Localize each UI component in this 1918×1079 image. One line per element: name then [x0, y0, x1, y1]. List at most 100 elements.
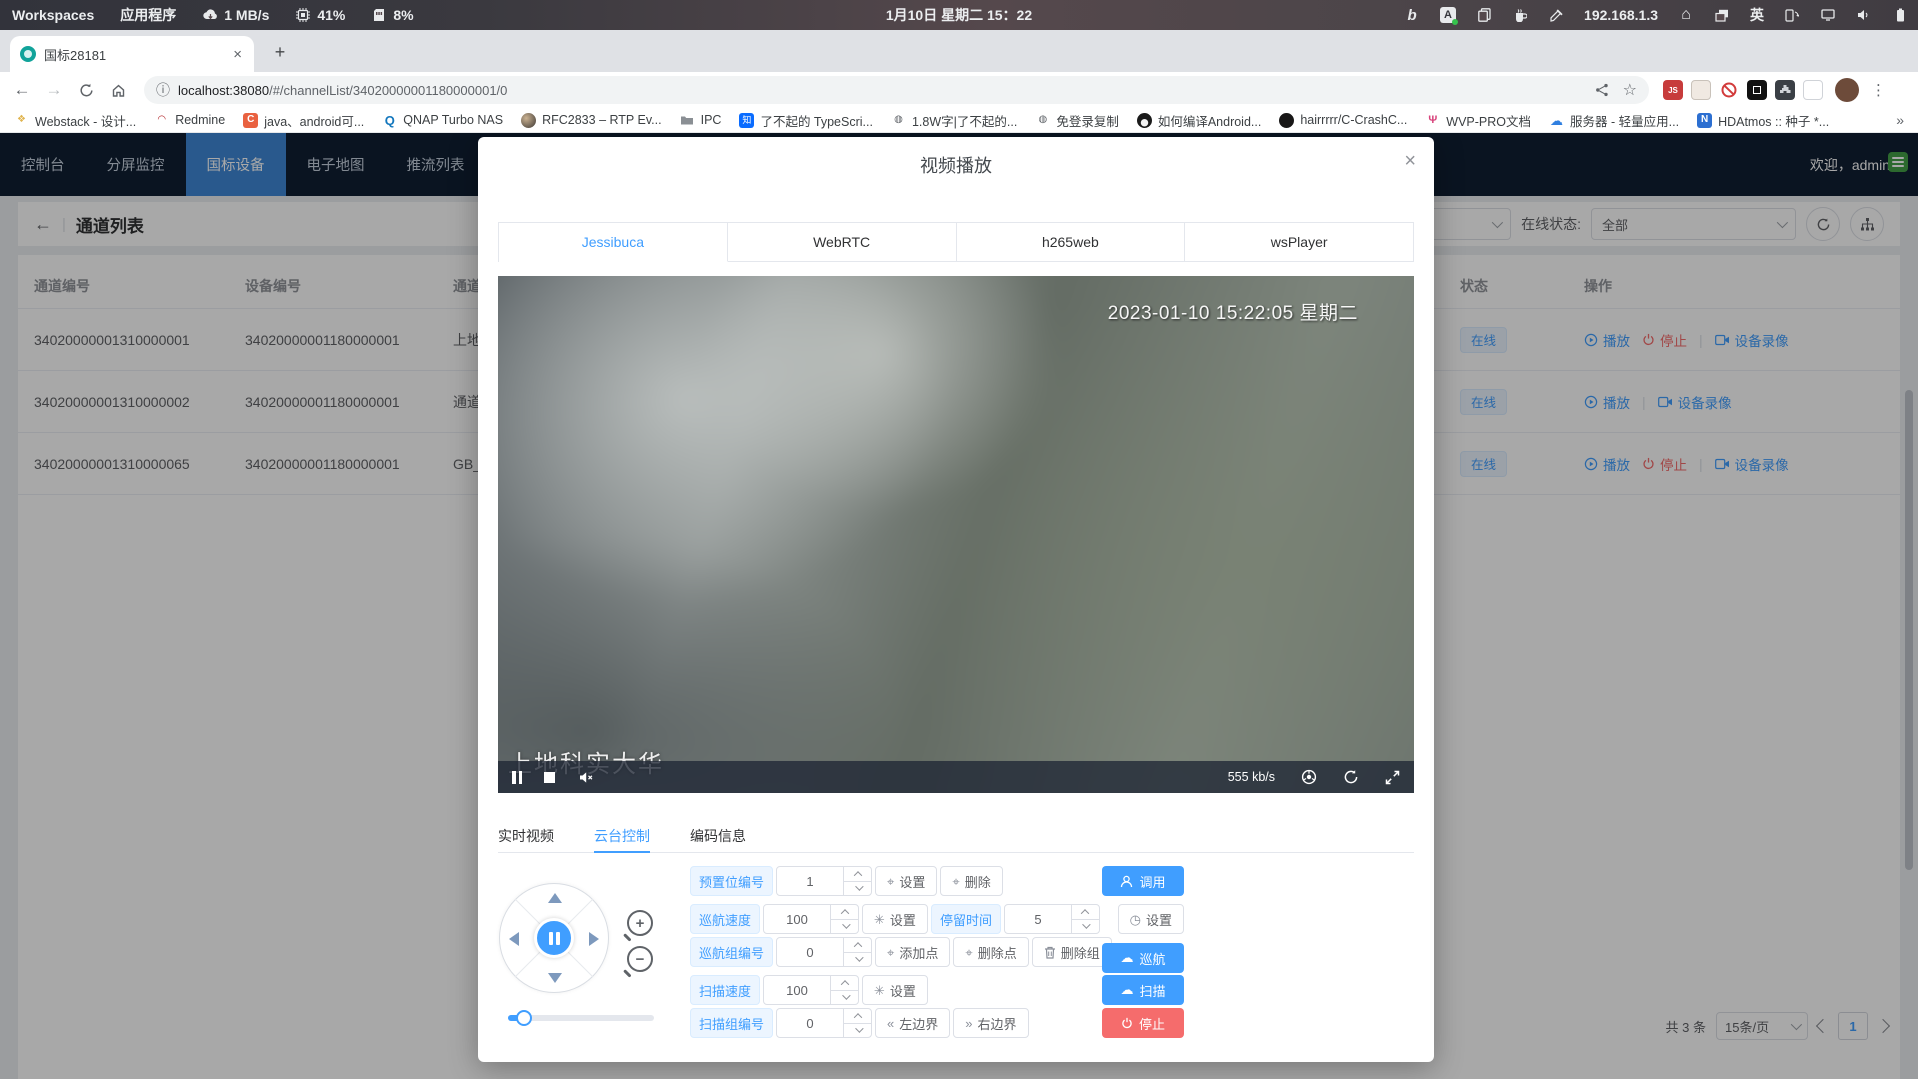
decrease-icon[interactable] [844, 952, 871, 967]
applications-menu[interactable]: 应用程序 [120, 5, 176, 25]
scan-speed-set-button[interactable]: ✳设置 [862, 975, 928, 1005]
volume-muted-icon[interactable] [579, 771, 595, 784]
speed-slider[interactable] [508, 1015, 654, 1021]
workspaces-button[interactable]: Workspaces [12, 7, 94, 23]
address-bar[interactable]: ⓘ localhost:38080/#/channelList/34020000… [144, 76, 1649, 104]
stop-icon[interactable] [544, 772, 555, 783]
language-indicator[interactable]: 英 [1750, 5, 1764, 25]
snapshot-icon[interactable] [1301, 769, 1317, 785]
delete-group-button[interactable]: 删除组 [1032, 937, 1112, 967]
decrease-icon[interactable] [844, 881, 871, 896]
increase-icon[interactable] [831, 976, 858, 990]
zoom-out-button[interactable]: − [627, 946, 653, 972]
tab-h265web[interactable]: h265web [957, 223, 1186, 262]
decrease-icon[interactable] [831, 919, 858, 934]
decrease-icon[interactable] [1072, 919, 1099, 934]
bookmark-hdatmos[interactable]: NHDAtmos :: 种子 *... [1697, 111, 1829, 130]
zoom-in-button[interactable]: + [627, 910, 653, 936]
color-picker-tray-icon[interactable] [1548, 7, 1564, 23]
notes-extension-icon[interactable] [1803, 80, 1823, 100]
java-tray-icon[interactable] [1512, 7, 1528, 23]
share-icon[interactable] [1595, 83, 1609, 97]
bookmark-github[interactable]: hairrrrr/C-CrashC... [1279, 113, 1407, 128]
windows-tray-icon[interactable] [1714, 7, 1730, 23]
ptz-stop-button[interactable]: 停止 [1102, 1008, 1184, 1038]
increase-icon[interactable] [831, 905, 858, 919]
battery-icon[interactable] [1892, 7, 1908, 23]
add-point-button[interactable]: ⌖添加点 [875, 937, 950, 967]
increase-icon[interactable] [844, 1009, 871, 1023]
volume-icon[interactable] [1856, 7, 1872, 23]
tab-jessibuca[interactable]: Jessibuca [499, 223, 728, 262]
increase-icon[interactable] [844, 867, 871, 881]
close-icon[interactable]: × [1404, 151, 1416, 171]
cruise-group-field[interactable] [777, 938, 843, 966]
cruise-speed-field[interactable] [764, 905, 830, 933]
fullscreen-icon[interactable] [1385, 770, 1400, 785]
tab-wsplayer[interactable]: wsPlayer [1185, 223, 1413, 262]
arrow-left-icon[interactable] [509, 932, 519, 946]
refresh-icon[interactable] [1343, 769, 1359, 785]
increase-icon[interactable] [844, 938, 871, 952]
scan-button[interactable]: ☁扫描 [1102, 975, 1184, 1005]
delete-point-button[interactable]: ⌖删除点 [953, 937, 1028, 967]
clipboard-tray-icon[interactable] [1476, 7, 1492, 23]
scan-group-field[interactable] [777, 1009, 843, 1037]
js-extension-icon[interactable]: JS [1663, 80, 1683, 100]
tab-ptz-control[interactable]: 云台控制 [594, 820, 650, 852]
ip-address-indicator[interactable]: 192.168.1.3 [1584, 7, 1658, 23]
bookmark-android-compile[interactable]: 如何编译Android... [1137, 111, 1262, 130]
bookmark-redmine[interactable]: ◠Redmine [154, 113, 225, 128]
bookmark-star-icon[interactable]: ☆ [1623, 80, 1637, 100]
bing-tray-icon[interactable]: b [1404, 7, 1420, 23]
decrease-icon[interactable] [831, 990, 858, 1005]
arrow-down-icon[interactable] [548, 973, 562, 983]
video-player[interactable]: 2023-01-10 15:22:05 星期二 上地科实大华 555 kb/s [498, 276, 1414, 793]
increase-icon[interactable] [1072, 905, 1099, 919]
browser-home-button[interactable] [104, 76, 132, 104]
reload-button[interactable] [72, 76, 100, 104]
bookmark-wvp-docs[interactable]: ΨWVP-PRO文档 [1425, 111, 1531, 130]
bookmark-copy-free[interactable]: ◍免登录复制 [1035, 111, 1119, 130]
bookmarks-overflow-icon[interactable]: » [1896, 112, 1904, 128]
ptz-center-stop-button[interactable] [534, 918, 574, 958]
browser-tab[interactable]: 国标28181 × [10, 36, 254, 72]
cruise-button[interactable]: ☁巡航 [1102, 943, 1184, 973]
right-boundary-button[interactable]: »右边界 [953, 1008, 1028, 1038]
left-boundary-button[interactable]: «左边界 [875, 1008, 950, 1038]
stay-time-field[interactable] [1005, 905, 1071, 933]
tab-webrtc[interactable]: WebRTC [728, 223, 957, 262]
bookmark-rfc2833[interactable]: ●RFC2833 – RTP Ev... [521, 113, 662, 128]
bookmark-folder-ipc[interactable]: IPC [680, 113, 722, 128]
browser-menu-icon[interactable]: ⋮ [1871, 81, 1886, 99]
preset-value-field[interactable] [777, 867, 843, 895]
back-button[interactable]: ← [8, 76, 36, 104]
screen-rotate-icon[interactable] [1784, 7, 1800, 23]
scan-speed-field[interactable] [764, 976, 830, 1004]
bookmark-webstack[interactable]: ❖Webstack - 设计... [14, 111, 136, 130]
bookmark-server[interactable]: ☁服务器 - 轻量应用... [1549, 111, 1679, 130]
screenshot-extension-icon[interactable] [1747, 80, 1767, 100]
wallet-extension-icon[interactable] [1691, 80, 1711, 100]
bookmark-qnap[interactable]: QQNAP Turbo NAS [382, 113, 503, 128]
bookmark-zhihu[interactable]: 知了不起的 TypeScri... [739, 111, 873, 130]
input-method-icon[interactable]: A [1440, 7, 1456, 23]
bookmark-csdn[interactable]: Cjava、android可... [243, 111, 364, 130]
tab-live-video[interactable]: 实时视频 [498, 820, 554, 852]
puzzle-extension-icon[interactable] [1775, 80, 1795, 100]
call-preset-button[interactable]: 调用 [1102, 866, 1184, 896]
tab-close-icon[interactable]: × [231, 45, 244, 64]
site-info-icon[interactable]: ⓘ [156, 80, 170, 100]
arrow-right-icon[interactable] [589, 932, 599, 946]
decrease-icon[interactable] [844, 1023, 871, 1038]
profile-avatar[interactable] [1835, 78, 1859, 102]
preset-set-button[interactable]: ⌖设置 [875, 866, 937, 896]
new-tab-button[interactable]: + [268, 40, 292, 64]
forward-button[interactable]: → [40, 76, 68, 104]
stay-time-set-button[interactable]: ◷设置 [1118, 904, 1184, 934]
adblock-extension-icon[interactable] [1719, 80, 1739, 100]
arrow-up-icon[interactable] [548, 893, 562, 903]
bookmark-article1[interactable]: ◍1.8W字|了不起的... [891, 111, 1017, 130]
home-tray-icon[interactable]: ⌂ [1678, 7, 1694, 23]
pause-icon[interactable] [512, 771, 522, 784]
